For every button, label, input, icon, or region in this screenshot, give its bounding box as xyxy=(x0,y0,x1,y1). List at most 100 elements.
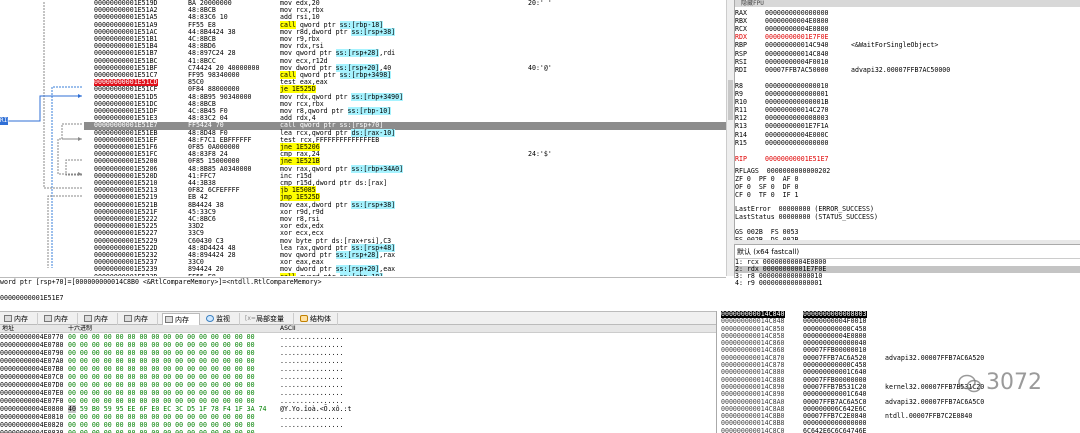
register-value[interactable]: 000000000000001B xyxy=(765,98,829,106)
instruction-row[interactable]: 00000000001E523D FF55 E8 call qword ptr ss… xyxy=(84,272,726,276)
instruction-row[interactable]: 00000000001E51B1 4C:8BCB mov r9,rbx xyxy=(84,35,726,43)
dump-row[interactable]: 00000000004E0770 00 00 00 00 00 00 00 00 … xyxy=(0,333,716,341)
dump-row[interactable]: 00000000004E0780 00 00 00 00 00 00 00 00 … xyxy=(0,341,716,349)
instruction-row[interactable]: 00000000001E5213 0F82 6CFEFFFF jb 1E5085 xyxy=(84,186,726,195)
register-row[interactable]: R8 0000000000000010 xyxy=(735,82,1080,90)
register-row[interactable]: R15 0000000000000000 xyxy=(735,139,1080,147)
dump-hex[interactable]: 00 00 00 00 00 00 00 00 00 00 00 00 00 0… xyxy=(68,333,255,341)
calling-convention-selector[interactable]: 默认 (x64 fastcall) xyxy=(735,245,1080,259)
instruction-row[interactable]: 00000000001E522D 48:8D4424 48 lea rax,qwor… xyxy=(84,243,726,252)
dump-hex[interactable]: 00 00 00 00 00 00 00 00 00 00 00 00 00 0… xyxy=(68,365,255,373)
instruction-row[interactable]: 00000000001E5200 0F85 15000000 jne 1E521B xyxy=(84,157,726,166)
instruction-row[interactable]: 00000000001E51C7 FF95 98340000 call qword … xyxy=(84,71,726,79)
dump-hex[interactable]: 00 00 00 00 00 00 00 00 00 00 00 00 00 0… xyxy=(68,373,255,381)
dump-hex[interactable]: 00 00 00 00 00 00 00 00 00 00 00 00 00 0… xyxy=(68,421,255,429)
instruction-row[interactable]: 00000000001E51DF 4C:8B45 F0 mov r8,qword p… xyxy=(84,107,726,115)
register-value[interactable]: 0000000000000010 xyxy=(765,82,829,90)
instruction-row[interactable]: 00000000001E51D5 48:8B95 90340000 mov rdx,… xyxy=(84,92,726,101)
instruction-row[interactable]: 00000000001E51FC 48:83F8 24 cmp rax,24 24:'… xyxy=(84,150,726,158)
instruction-row[interactable]: 00000000001E5237 33C0 xor eax,eax xyxy=(84,258,726,266)
instruction-row[interactable]: 00000000001E520D 41:FFC7 inc r15d xyxy=(84,172,726,180)
register-row[interactable]: R10 000000000000001B xyxy=(735,98,1080,106)
dump-row[interactable]: 00000000004E07E0 00 00 00 00 00 00 00 00 … xyxy=(0,389,716,397)
dump-row[interactable]: 00000000004E07D0 00 00 00 00 00 00 00 00 … xyxy=(0,381,716,389)
instruction-row[interactable]: 00000000001E5229 C60430 C3 mov byte ptr ds… xyxy=(84,237,726,245)
dump-hex[interactable]: 00 00 00 00 00 00 00 00 00 00 00 00 00 0… xyxy=(68,341,255,349)
current-instruction-row[interactable]: 00000000001E51E7 FF5424 70 call qword ptr … xyxy=(84,122,726,130)
instruction-row[interactable]: 00000000001E5206 48:8B85 A0340000 mov rax,… xyxy=(84,164,726,173)
register-value[interactable]: 00000000004E0800 xyxy=(765,17,829,25)
dump-hex[interactable]: 40 59 B0 59 95 EE 6F E0 EC 3C D5 1F 78 F… xyxy=(68,405,267,413)
dump-col-hex[interactable]: 十六进制 xyxy=(68,325,92,333)
dump-hex[interactable]: 00 00 00 00 00 00 00 00 00 00 00 00 00 0… xyxy=(68,413,255,421)
instruction-row[interactable]: 00000000001E51B7 48:897C24 28 mov qword pt… xyxy=(84,49,726,58)
breakpoint-row[interactable]: 00000000001E51CD 85C0 test eax,eax xyxy=(84,78,726,87)
register-row[interactable]: RDX 00000000001E7F0E xyxy=(735,33,1080,41)
dump-row[interactable]: 00000000004E0810 00 00 00 00 00 00 00 00 … xyxy=(0,413,716,421)
instruction-row[interactable]: 00000000001E51DC 48:8BCB mov rcx,rbx xyxy=(84,100,726,108)
instruction-row[interactable]: 00000000001E5232 48:894424 28 mov qword pt… xyxy=(84,251,726,259)
dump-row[interactable]: 00000000004E07A0 00 00 00 00 00 00 00 00 … xyxy=(0,357,716,365)
memory-dump-pane[interactable]: 地址 十六进制 ASCII 00000000004E0770 00 00 00 0… xyxy=(0,325,716,433)
registers-pane[interactable]: 隐藏FPU RAX 0000000000000000 RBX 00000000004E… xyxy=(734,0,1080,240)
register-row[interactable]: RDI 00007FFB7AC50000 advapi32.00007FFB7AC5… xyxy=(735,66,1080,74)
register-value[interactable]: 0000000000000000 xyxy=(765,9,829,17)
register-row[interactable]: RCX 00000000004E0800 xyxy=(735,25,1080,33)
last-error[interactable]: LastError 00000000 (ERROR_SUCCESS) xyxy=(735,205,1080,213)
tab-struct-7[interactable]: 结构体 xyxy=(298,313,338,325)
register-value[interactable]: 000000000014C940 xyxy=(765,41,829,49)
register-row[interactable]: RBP 000000000014C940 <&WaitForSingleObject… xyxy=(735,41,1080,49)
instruction-row[interactable]: 00000000001E51EF 48:F7C1 EBFFFFFF test rcx… xyxy=(84,136,726,144)
register-row[interactable]: RBX 00000000004E0800 xyxy=(735,17,1080,25)
dump-hex[interactable]: 00 00 00 00 00 00 00 00 00 00 00 00 00 0… xyxy=(68,389,255,397)
register-row[interactable]: RAX 0000000000000000 xyxy=(735,9,1080,17)
register-value[interactable]: 0000000000008003 xyxy=(765,114,829,122)
register-row[interactable]: R13 00000000001E7F1A xyxy=(735,122,1080,130)
register-row[interactable]: RSP 000000000014C840 xyxy=(735,50,1080,58)
instruction-row[interactable]: 00000000001E521B 8B4424 38 mov eax,dword p… xyxy=(84,200,726,209)
flags-row[interactable]: ZF 0 PF 0 AF 0 xyxy=(735,175,1080,183)
dump-col-address[interactable]: 地址 xyxy=(2,325,14,333)
call-arguments-pane[interactable]: 默认 (x64 fastcall) 1: rcx 00000000004E080… xyxy=(734,244,1080,287)
register-row[interactable]: RIP 00000000001E51E7 xyxy=(735,155,1080,163)
register-row[interactable]: R9 0000000000000001 xyxy=(735,90,1080,98)
flags-row[interactable]: OF 0 SF 0 DF 0 xyxy=(735,183,1080,191)
register-row[interactable]: R11 000000000014C270 xyxy=(735,106,1080,114)
dump-hex[interactable]: 00 00 00 00 00 00 00 00 00 00 00 00 00 0… xyxy=(68,349,255,357)
instruction-row[interactable]: 00000000001E51BC 41:8BCC mov ecx,r12d xyxy=(84,57,726,65)
instruction-row[interactable]: 00000000001E51A5 48:83C6 10 add rsi,10 xyxy=(84,14,726,21)
dump-hex-selected-byte[interactable]: 40 xyxy=(68,405,76,413)
tab-memory-4[interactable]: 内存 5 xyxy=(162,313,200,336)
instruction-row[interactable]: 00000000001E519D BA 20000000 mov edx,20 20:… xyxy=(84,0,726,7)
dump-hex[interactable]: 00 00 00 00 00 00 00 00 00 00 00 00 00 0… xyxy=(68,357,255,365)
hide-fpu-toggle[interactable]: 隐藏FPU xyxy=(735,0,1080,7)
instruction-row[interactable]: 00000000001E5239 894424 20 mov dword ptr s… xyxy=(84,265,726,274)
tab-memory-2[interactable]: 内存 3 xyxy=(82,313,118,335)
register-value[interactable]: 00000000004F0010 xyxy=(765,58,829,66)
last-status[interactable]: LastStatus 00000000 (STATUS_SUCCESS) xyxy=(735,213,1080,221)
dump-row[interactable]: 00000000004E07F0 00 00 00 00 00 00 00 00 … xyxy=(0,397,716,405)
instruction-row[interactable]: 00000000001E51BF C74424 20 40000000 mov dw… xyxy=(84,63,726,72)
instruction-row[interactable]: 00000000001E5222 4C:8BC6 mov r8,rsi xyxy=(84,215,726,223)
dump-col-ascii[interactable]: ASCII xyxy=(280,325,296,333)
register-value[interactable]: 00000000001E7F0E xyxy=(765,33,829,41)
instruction-row[interactable]: 00000000001E51A2 48:8BCB mov rcx,rbx xyxy=(84,6,726,14)
instruction-row[interactable]: 00000000001E51AC 44:8B4424 38 mov r8d,dwor… xyxy=(84,27,726,36)
instruction-row[interactable]: 00000000001E51E3 48:83C2 04 add rdx,4 xyxy=(84,114,726,122)
register-value[interactable]: 000000000014C840 xyxy=(765,50,829,58)
dump-row[interactable]: 00000000004E0820 00 00 00 00 00 00 00 00 … xyxy=(0,421,716,429)
instruction-row[interactable]: 00000000001E5219 EB 42 jmp 1E525D xyxy=(84,193,726,202)
instruction-row[interactable]: 00000000001E5225 33D2 xor edx,edx xyxy=(84,222,726,230)
segment-row[interactable]: GS 002B FS 0053 xyxy=(735,228,1080,236)
stack-row[interactable]: 000000000014C8C0 6C642E6C6C64746E xyxy=(717,427,1080,433)
call-argument[interactable]: 4: r9 0000000000000001 xyxy=(735,280,1080,287)
instruction-row[interactable]: 00000000001E51B4 48:8BD6 mov rdx,rsi xyxy=(84,42,726,50)
dump-row[interactable]: 00000000004E07B0 00 00 00 00 00 00 00 00 … xyxy=(0,365,716,373)
register-row[interactable] xyxy=(735,74,1080,82)
instruction-row[interactable]: 00000000001E51CF 0F84 88000000 je 1E525D xyxy=(84,85,726,94)
disassembly-pane[interactable]: RIP 00000000001E519D BA 20000000 mov edx,2… xyxy=(0,0,726,276)
dump-row[interactable]: 00000000004E07C0 00 00 00 00 00 00 00 00 … xyxy=(0,373,716,381)
dump-hex[interactable]: 00 00 00 00 00 00 00 00 00 00 00 00 00 0… xyxy=(68,397,255,405)
tab-memory-1[interactable]: 内存 2 xyxy=(42,313,78,335)
register-value[interactable]: 0000000000000001 xyxy=(765,90,829,98)
